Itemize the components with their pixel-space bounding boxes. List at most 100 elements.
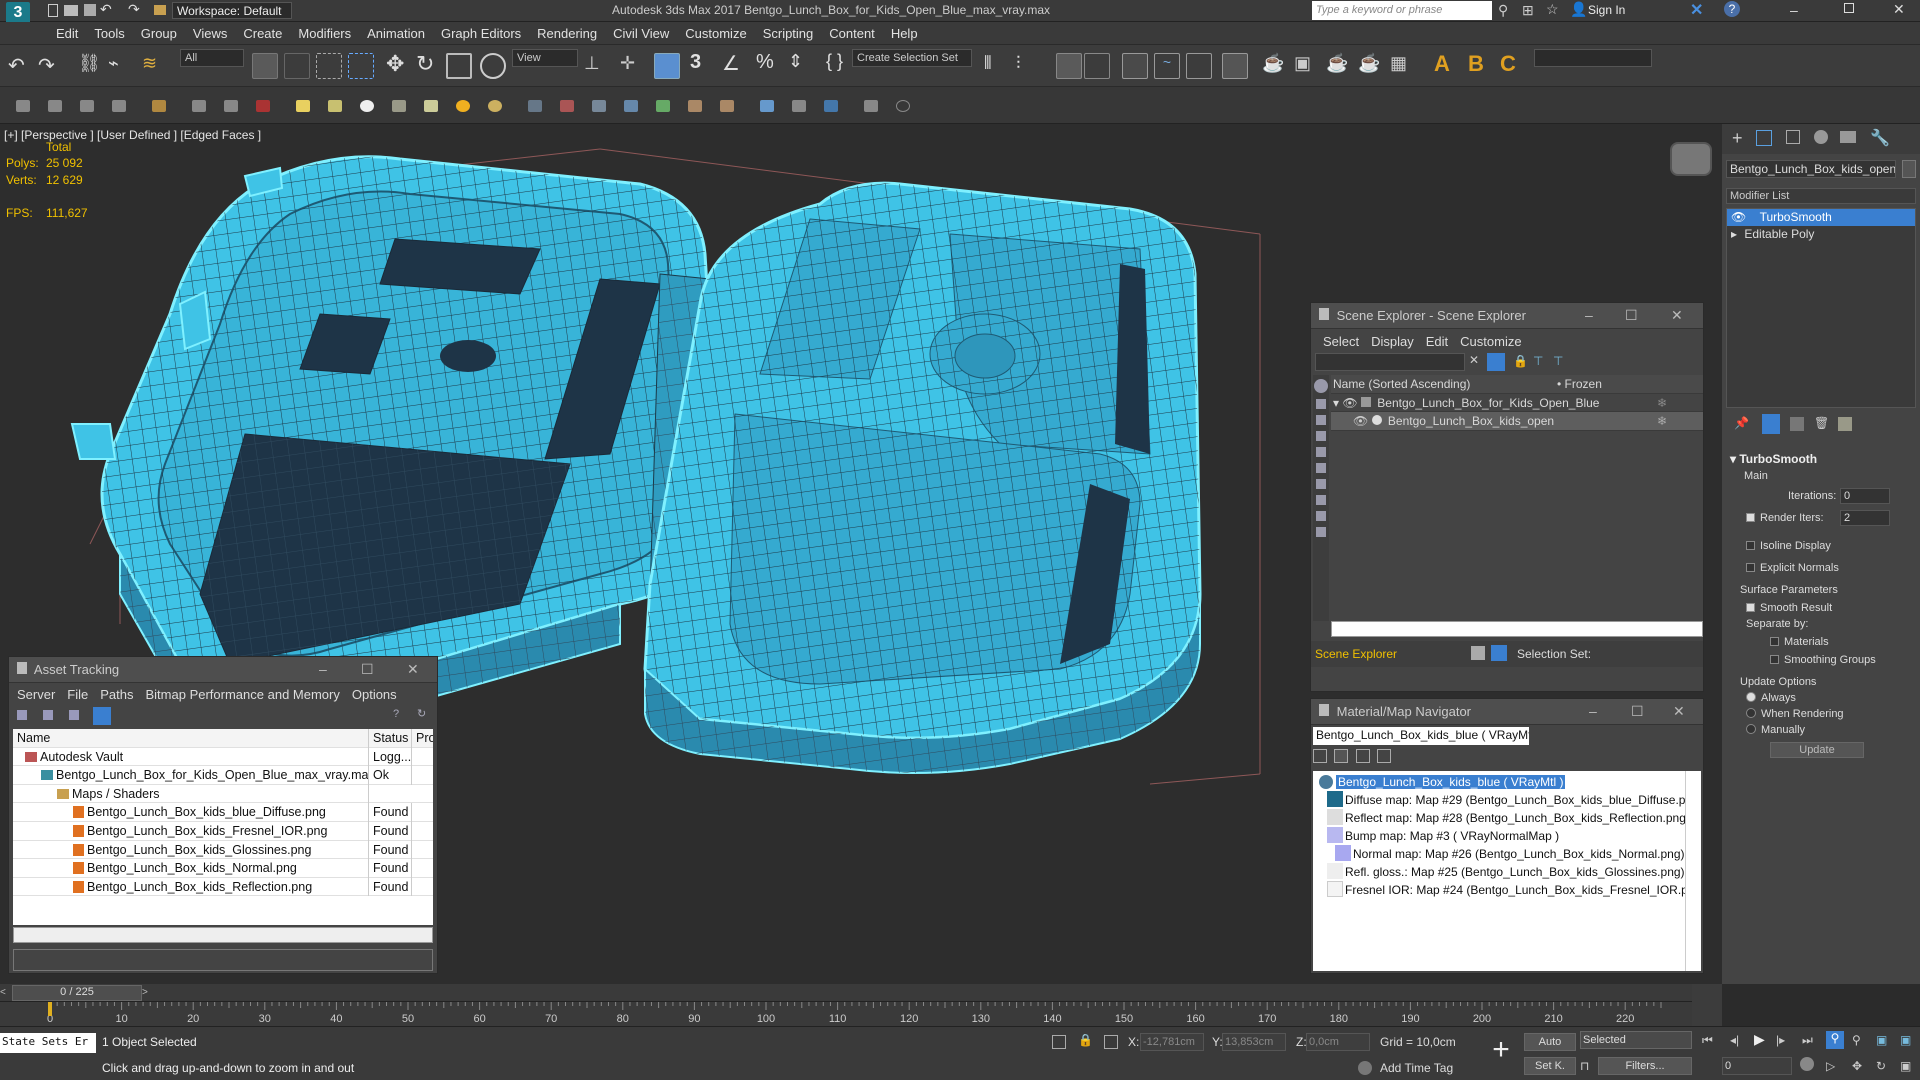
update-button[interactable]: Update — [1770, 742, 1864, 758]
minimize-icon[interactable]: – — [1585, 307, 1593, 323]
menu-bitmap-performance[interactable]: Bitmap Performance and Memory — [140, 684, 346, 705]
utilities-tab-icon[interactable]: 🔧 — [1870, 128, 1890, 148]
z-coord-field[interactable]: 0,0cm — [1306, 1033, 1370, 1051]
tool-icon[interactable] — [824, 100, 838, 112]
user-icon[interactable]: 👤 — [1570, 1, 1587, 18]
materials-row[interactable]: Materials — [1770, 636, 1829, 648]
time-slider-thumb[interactable]: 0 / 225 — [12, 985, 142, 1001]
asset-tool-icon[interactable] — [17, 710, 27, 720]
explicit-normals-checkbox[interactable] — [1746, 563, 1755, 572]
column-name-header[interactable]: Name (Sorted Ascending) — [1333, 377, 1470, 391]
menu-help[interactable]: Help — [883, 22, 926, 45]
column-frozen-header[interactable]: • Frozen — [1557, 375, 1602, 394]
minimize-window-icon[interactable]: – — [1790, 2, 1798, 18]
set-key-big-icon[interactable]: + — [1486, 1033, 1516, 1073]
community-icon[interactable]: ⊞ — [1522, 2, 1534, 19]
render-iters-row[interactable]: Render Iters: — [1746, 512, 1824, 524]
render-setup-icon[interactable]: ☕ — [1262, 53, 1288, 79]
scene-tree-item[interactable]: ▾ 👁 Bentgo_Lunch_Box_for_Kids_Open_Blue … — [1331, 394, 1703, 413]
key-filter-dropdown[interactable]: Selected — [1580, 1031, 1692, 1049]
material-tree-item[interactable]: Normal map: Map #26 (Bentgo_Lunch_Box_ki… — [1313, 845, 1685, 863]
delete-modifier-icon[interactable]: 🗑 — [1814, 416, 1829, 430]
refresh-icon[interactable]: ↻ — [417, 707, 426, 720]
move-icon[interactable]: ✥ — [386, 51, 412, 77]
new-file-icon[interactable] — [48, 4, 58, 17]
timeline-ruler[interactable]: 0 10 20 30 40 50 60 70 80 90 100 110 120 130 140 150 160… — [0, 1002, 1692, 1026]
table-row[interactable]: Bentgo_Lunch_Box_kids_Fresnel_IOR.png Fo… — [13, 821, 433, 841]
close-window-icon[interactable]: ✕ — [1893, 1, 1905, 18]
tool-icon[interactable] — [864, 100, 878, 112]
materials-checkbox[interactable] — [1770, 637, 1779, 646]
redo-icon[interactable]: ↷ — [128, 1, 140, 18]
tool-icon[interactable] — [656, 100, 670, 112]
scene-explorer-footer-label[interactable]: Scene Explorer — [1315, 647, 1397, 661]
time-config-icon[interactable] — [1800, 1057, 1814, 1071]
current-frame-field[interactable]: 0 — [1722, 1057, 1792, 1075]
isoline-checkbox[interactable] — [1746, 541, 1755, 550]
tool-icon[interactable] — [48, 100, 62, 112]
reference-coordinate-dropdown[interactable]: View — [512, 49, 578, 67]
maximize-icon[interactable]: ☐ — [361, 661, 374, 678]
expand-arrow-icon[interactable]: ▾ — [1333, 396, 1339, 410]
sphere-light-icon[interactable] — [360, 100, 374, 112]
menu-animation[interactable]: Animation — [359, 22, 433, 45]
selection-filter-dropdown[interactable]: All — [180, 49, 244, 67]
menu-file[interactable]: File — [61, 684, 94, 705]
display-tab-icon[interactable] — [1840, 131, 1856, 143]
pan-icon[interactable]: ✥ — [1852, 1059, 1862, 1073]
named-selection-dropdown[interactable]: Create Selection Set — [852, 49, 972, 67]
material-tree-item[interactable]: Fresnel IOR: Map #24 (Bentgo_Lunch_Box_k… — [1313, 881, 1685, 899]
timeline-track[interactable]: 0 10 20 30 40 50 60 70 80 90 100 110 120 130 140 150 160… — [0, 1002, 1692, 1026]
create-tab-icon[interactable]: + — [1732, 128, 1743, 149]
snaps-toggle-icon[interactable]: 3 — [690, 51, 716, 77]
zoom-extents-icon[interactable]: ▣ — [1876, 1033, 1887, 1047]
tool-icon[interactable] — [528, 100, 542, 112]
vray-a-icon[interactable]: A — [1434, 51, 1460, 77]
prev-frame-button[interactable]: < — [0, 984, 12, 1002]
column-name-header[interactable]: Name — [13, 729, 369, 748]
smoothing-groups-row[interactable]: Smoothing Groups — [1770, 654, 1876, 666]
display-filter-icon[interactable] — [1316, 495, 1326, 505]
undo-icon[interactable]: ↶ — [100, 1, 112, 18]
tool-icon[interactable] — [720, 100, 734, 112]
material-tree-item[interactable]: Diffuse map: Map #29 (Bentgo_Lunch_Box_k… — [1313, 791, 1685, 809]
tool-icon[interactable] — [112, 100, 126, 112]
column-header[interactable]: Name (Sorted Ascending) • Frozen — [1331, 375, 1703, 394]
display-filter-icon[interactable] — [1316, 511, 1326, 521]
render-iterative-icon[interactable]: ☕ — [1358, 53, 1384, 79]
maximize-icon[interactable]: ☐ — [1625, 307, 1638, 324]
when-rendering-radio[interactable] — [1746, 708, 1756, 718]
help-icon[interactable]: ? — [1724, 1, 1740, 17]
modifier-stack-item-selected[interactable]: 👁 TurboSmooth — [1727, 209, 1915, 226]
save-file-icon[interactable] — [84, 4, 96, 16]
rendered-frame-icon[interactable]: ▣ — [1294, 53, 1320, 79]
tool-icon[interactable] — [760, 100, 774, 112]
lock-icon[interactable]: 🔒 — [1513, 354, 1528, 368]
asset-path-field[interactable] — [13, 949, 433, 971]
add-time-tag-icon[interactable] — [1358, 1061, 1372, 1075]
light-icon[interactable] — [328, 100, 342, 112]
tool-icon[interactable] — [16, 100, 30, 112]
menu-customize[interactable]: Customize — [1454, 331, 1527, 352]
asset-tool-icon[interactable] — [43, 710, 53, 720]
eye-icon[interactable]: 👁 — [1342, 396, 1357, 410]
material-tree-item[interactable]: Bump map: Map #3 ( VRayNormalMap ) — [1313, 827, 1623, 845]
menu-edit[interactable]: Edit — [1420, 331, 1454, 352]
make-unique-icon[interactable] — [1790, 417, 1804, 431]
modify-tab-icon[interactable] — [1756, 130, 1772, 146]
close-icon[interactable]: ✕ — [1671, 307, 1683, 324]
display-filter-icon[interactable] — [1316, 415, 1326, 425]
tool-icon[interactable] — [688, 100, 702, 112]
menu-options[interactable]: Options — [346, 684, 403, 705]
toggle-ribbon-icon[interactable] — [1084, 53, 1110, 79]
project-folder-icon[interactable] — [154, 5, 166, 15]
object-name-field[interactable]: Bentgo_Lunch_Box_kids_open — [1726, 160, 1896, 178]
clear-filter-icon[interactable]: ✕ — [1469, 353, 1479, 367]
table-row[interactable]: Bentgo_Lunch_Box_kids_blue_Diffuse.png F… — [13, 803, 433, 822]
render-activeshade-icon[interactable]: ▦ — [1390, 53, 1416, 79]
close-icon[interactable]: ✕ — [407, 661, 419, 678]
table-row[interactable]: Maps / Shaders — [13, 784, 433, 804]
tool-icon[interactable] — [792, 100, 806, 112]
scene-explorer-icon[interactable] — [1122, 53, 1148, 79]
motion-tab-icon[interactable] — [1814, 130, 1828, 144]
